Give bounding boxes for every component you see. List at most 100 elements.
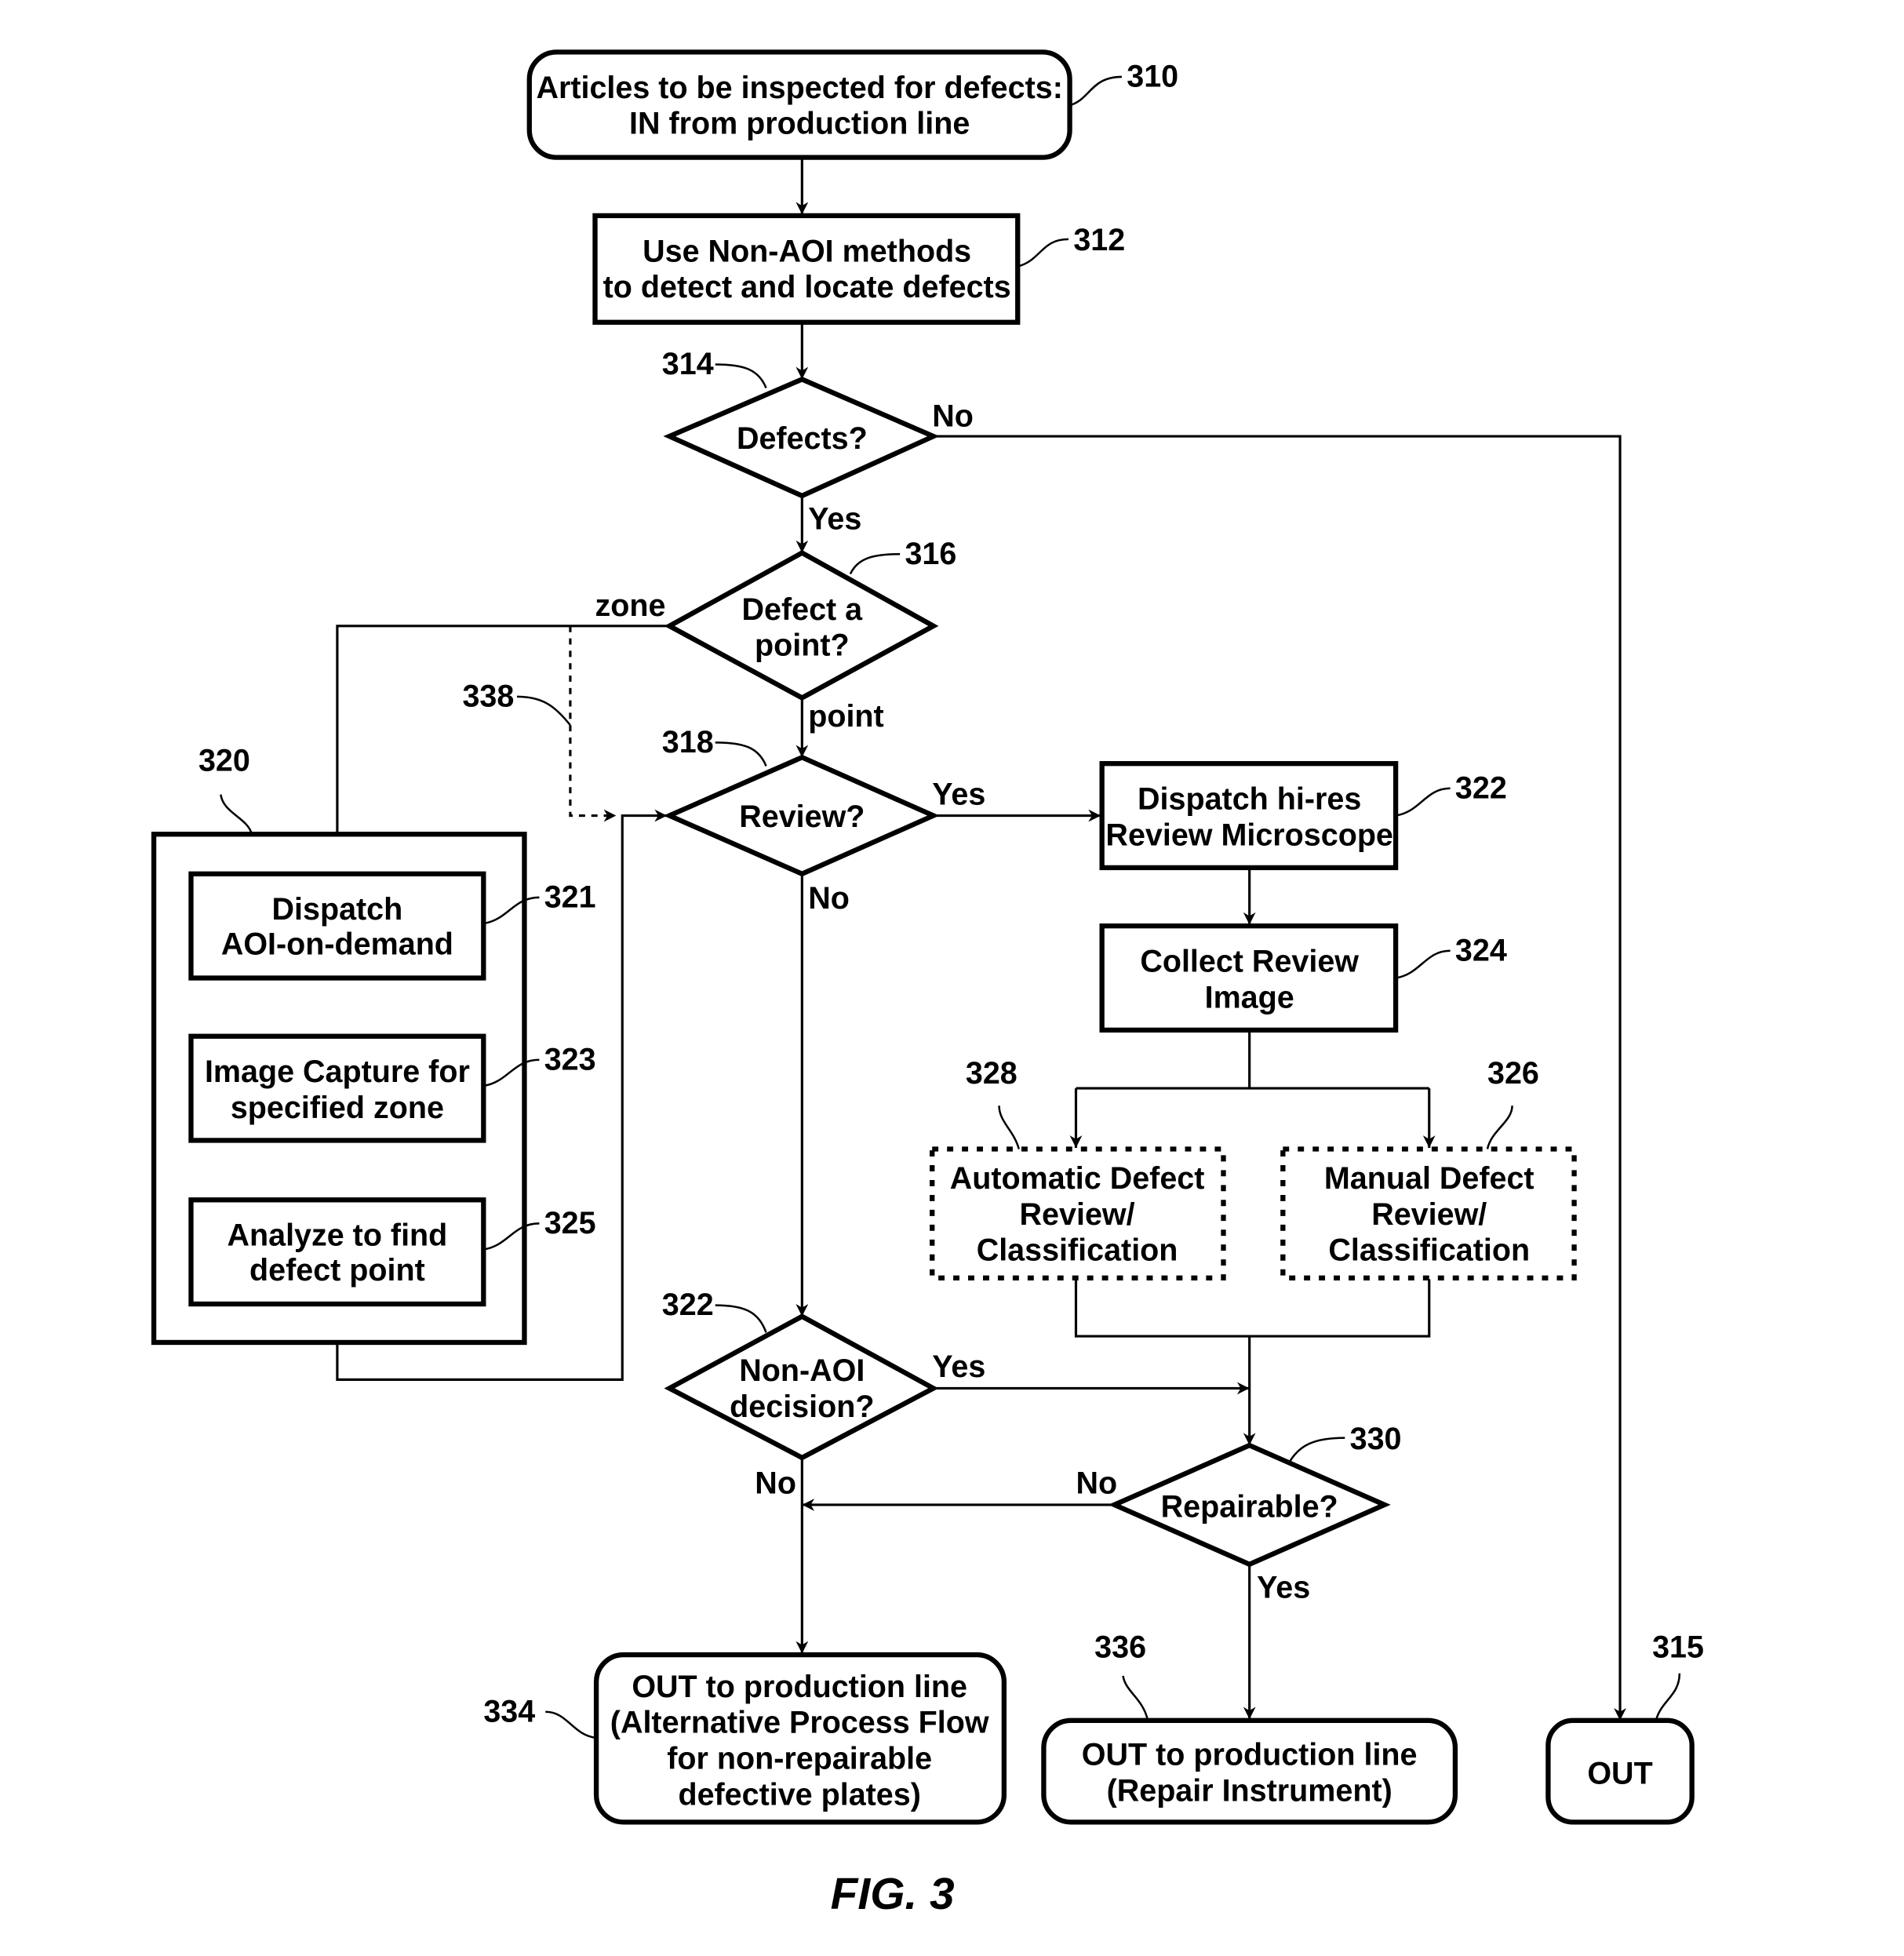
node-text: OUT to production line [632, 1670, 967, 1704]
leader-line [1655, 1673, 1681, 1721]
node-324-collect-image: Collect Review Image 324 [1099, 923, 1507, 1033]
node-text: Classification [1328, 1233, 1530, 1268]
process-shape [592, 213, 1021, 325]
edge-label-yes: Yes [932, 777, 985, 811]
node-text: (Repair Instrument) [1107, 1774, 1393, 1808]
node-text: Image Capture for [205, 1054, 470, 1089]
node-text: specified zone [231, 1091, 444, 1125]
node-314-decision: Defects? 314 No Yes [662, 347, 974, 536]
node-312-process: Use Non-AOI methods to detect and locate… [592, 213, 1125, 325]
leader-line [1288, 1437, 1345, 1463]
node-text: Image [1205, 980, 1294, 1014]
leader-line [545, 1710, 597, 1739]
ref-numeral: 326 [1487, 1056, 1539, 1091]
leader-line [1069, 75, 1122, 107]
node-text: defective plates) [678, 1777, 920, 1812]
figure-caption: FIG. 3 [831, 1870, 955, 1919]
edge-label-yes: Yes [1257, 1570, 1310, 1605]
ref-numeral: 336 [1094, 1630, 1146, 1664]
ref-numeral: 334 [483, 1694, 535, 1728]
node-text: Non-AOI [739, 1353, 865, 1388]
leader-line [715, 741, 767, 767]
leader-line [1486, 1105, 1513, 1149]
ref-numeral: 315 [1652, 1630, 1704, 1664]
node-text: Review/ [1371, 1197, 1487, 1232]
node-323-process: Image Capture for specified zone 323 [188, 1033, 596, 1143]
node-318-decision: Review? 318 Yes No [662, 725, 985, 916]
node-text: to detect and locate defects [603, 270, 1011, 304]
leader-line [516, 695, 571, 727]
ref-numeral: 321 [544, 880, 596, 914]
node-text: OUT to production line [1082, 1738, 1418, 1772]
node-text: Automatic Defect [950, 1161, 1205, 1196]
edge-label-yes: Yes [932, 1350, 985, 1384]
node-text: Manual Defect [1324, 1161, 1534, 1196]
leader-line [1395, 787, 1451, 817]
node-text: Classification [977, 1233, 1178, 1268]
node-text: Use Non-AOI methods [643, 234, 971, 268]
node-322-dispatch-microscope: Dispatch hi-res Review Microscope 322 [1099, 761, 1507, 871]
node-325-process: Analyze to find defect point 325 [188, 1197, 596, 1307]
node-334-out-alternative: OUT to production line (Alternative Proc… [483, 1652, 1007, 1825]
leader-line [1017, 238, 1069, 268]
ref-numeral: 310 [1127, 60, 1178, 94]
node-text: IN from production line [629, 107, 970, 141]
node-text: point? [755, 628, 850, 663]
edge-label-point: point [808, 699, 883, 734]
flowchart: Articles to be inspected for defects: IN… [151, 49, 1704, 1919]
node-text: Repairable? [1161, 1490, 1338, 1524]
node-text: Collect Review [1140, 945, 1359, 979]
ref-numeral: 316 [905, 537, 956, 571]
node-text: OUT [1587, 1756, 1652, 1790]
node-text: decision? [730, 1390, 874, 1424]
node-330-repairable-decision: Repairable? 330 No Yes [1076, 1422, 1401, 1605]
edge-label-yes: Yes [808, 502, 861, 537]
ref-numeral: 320 [198, 744, 250, 778]
leader-line [715, 1304, 767, 1333]
node-text: Dispatch hi-res [1138, 782, 1361, 817]
node-text: Review Microscope [1105, 818, 1393, 852]
ref-numeral: 312 [1073, 223, 1125, 257]
node-text: for non-repairable [667, 1741, 932, 1776]
node-315-out: OUT 315 [1545, 1630, 1704, 1825]
node-text: AOI-on-demand [221, 927, 453, 961]
ref-numeral: 318 [662, 725, 714, 759]
node-321-process: Dispatch AOI-on-demand 321 [188, 871, 596, 981]
leader-line [849, 552, 901, 575]
node-316-decision: Defect a point? 316 zone point [595, 537, 957, 734]
node-text: Defects? [737, 421, 868, 456]
ref-numeral: 322 [662, 1288, 714, 1322]
edge-label-zone: zone [595, 588, 666, 623]
edge-label-no: No [932, 399, 974, 433]
node-text: (Alternative Process Flow [610, 1706, 989, 1740]
node-text: Articles to be inspected for defects: [536, 71, 1062, 105]
ref-numeral: 330 [1350, 1422, 1402, 1456]
edge-join-bar [1074, 1279, 1431, 1338]
node-text: Analyze to find [227, 1218, 447, 1253]
ref-numeral: 314 [662, 347, 714, 381]
leader-line [715, 363, 767, 388]
leader-line [1122, 1675, 1149, 1721]
ref-numeral: 325 [544, 1206, 596, 1240]
node-text: Dispatch [272, 892, 403, 927]
edge-338-dashed [569, 625, 617, 822]
ref-numeral: 328 [966, 1056, 1018, 1091]
ref-numeral: 324 [1455, 933, 1507, 967]
leader-line [998, 1105, 1021, 1149]
node-text: Defect a [742, 592, 864, 627]
edge-label-no: No [1076, 1466, 1117, 1501]
ref-numeral: 338 [462, 679, 514, 714]
node-text: Review/ [1020, 1197, 1135, 1232]
connectors [330, 157, 1626, 1721]
node-text: defect point [249, 1253, 425, 1288]
ref-numeral: 323 [544, 1042, 596, 1076]
leader-line [220, 794, 253, 835]
node-310-start: Articles to be inspected for defects: IN… [526, 49, 1178, 160]
edge-label-no: No [755, 1466, 796, 1501]
ref-numeral: 322 [1455, 770, 1507, 805]
edge-label-no: No [808, 881, 850, 916]
node-text: Review? [739, 800, 865, 834]
node-322-nonaoi-decision: Non-AOI decision? 322 Yes No [662, 1288, 985, 1500]
leader-line [1395, 949, 1451, 979]
ref-338-dashed-path: 338 [462, 679, 571, 727]
